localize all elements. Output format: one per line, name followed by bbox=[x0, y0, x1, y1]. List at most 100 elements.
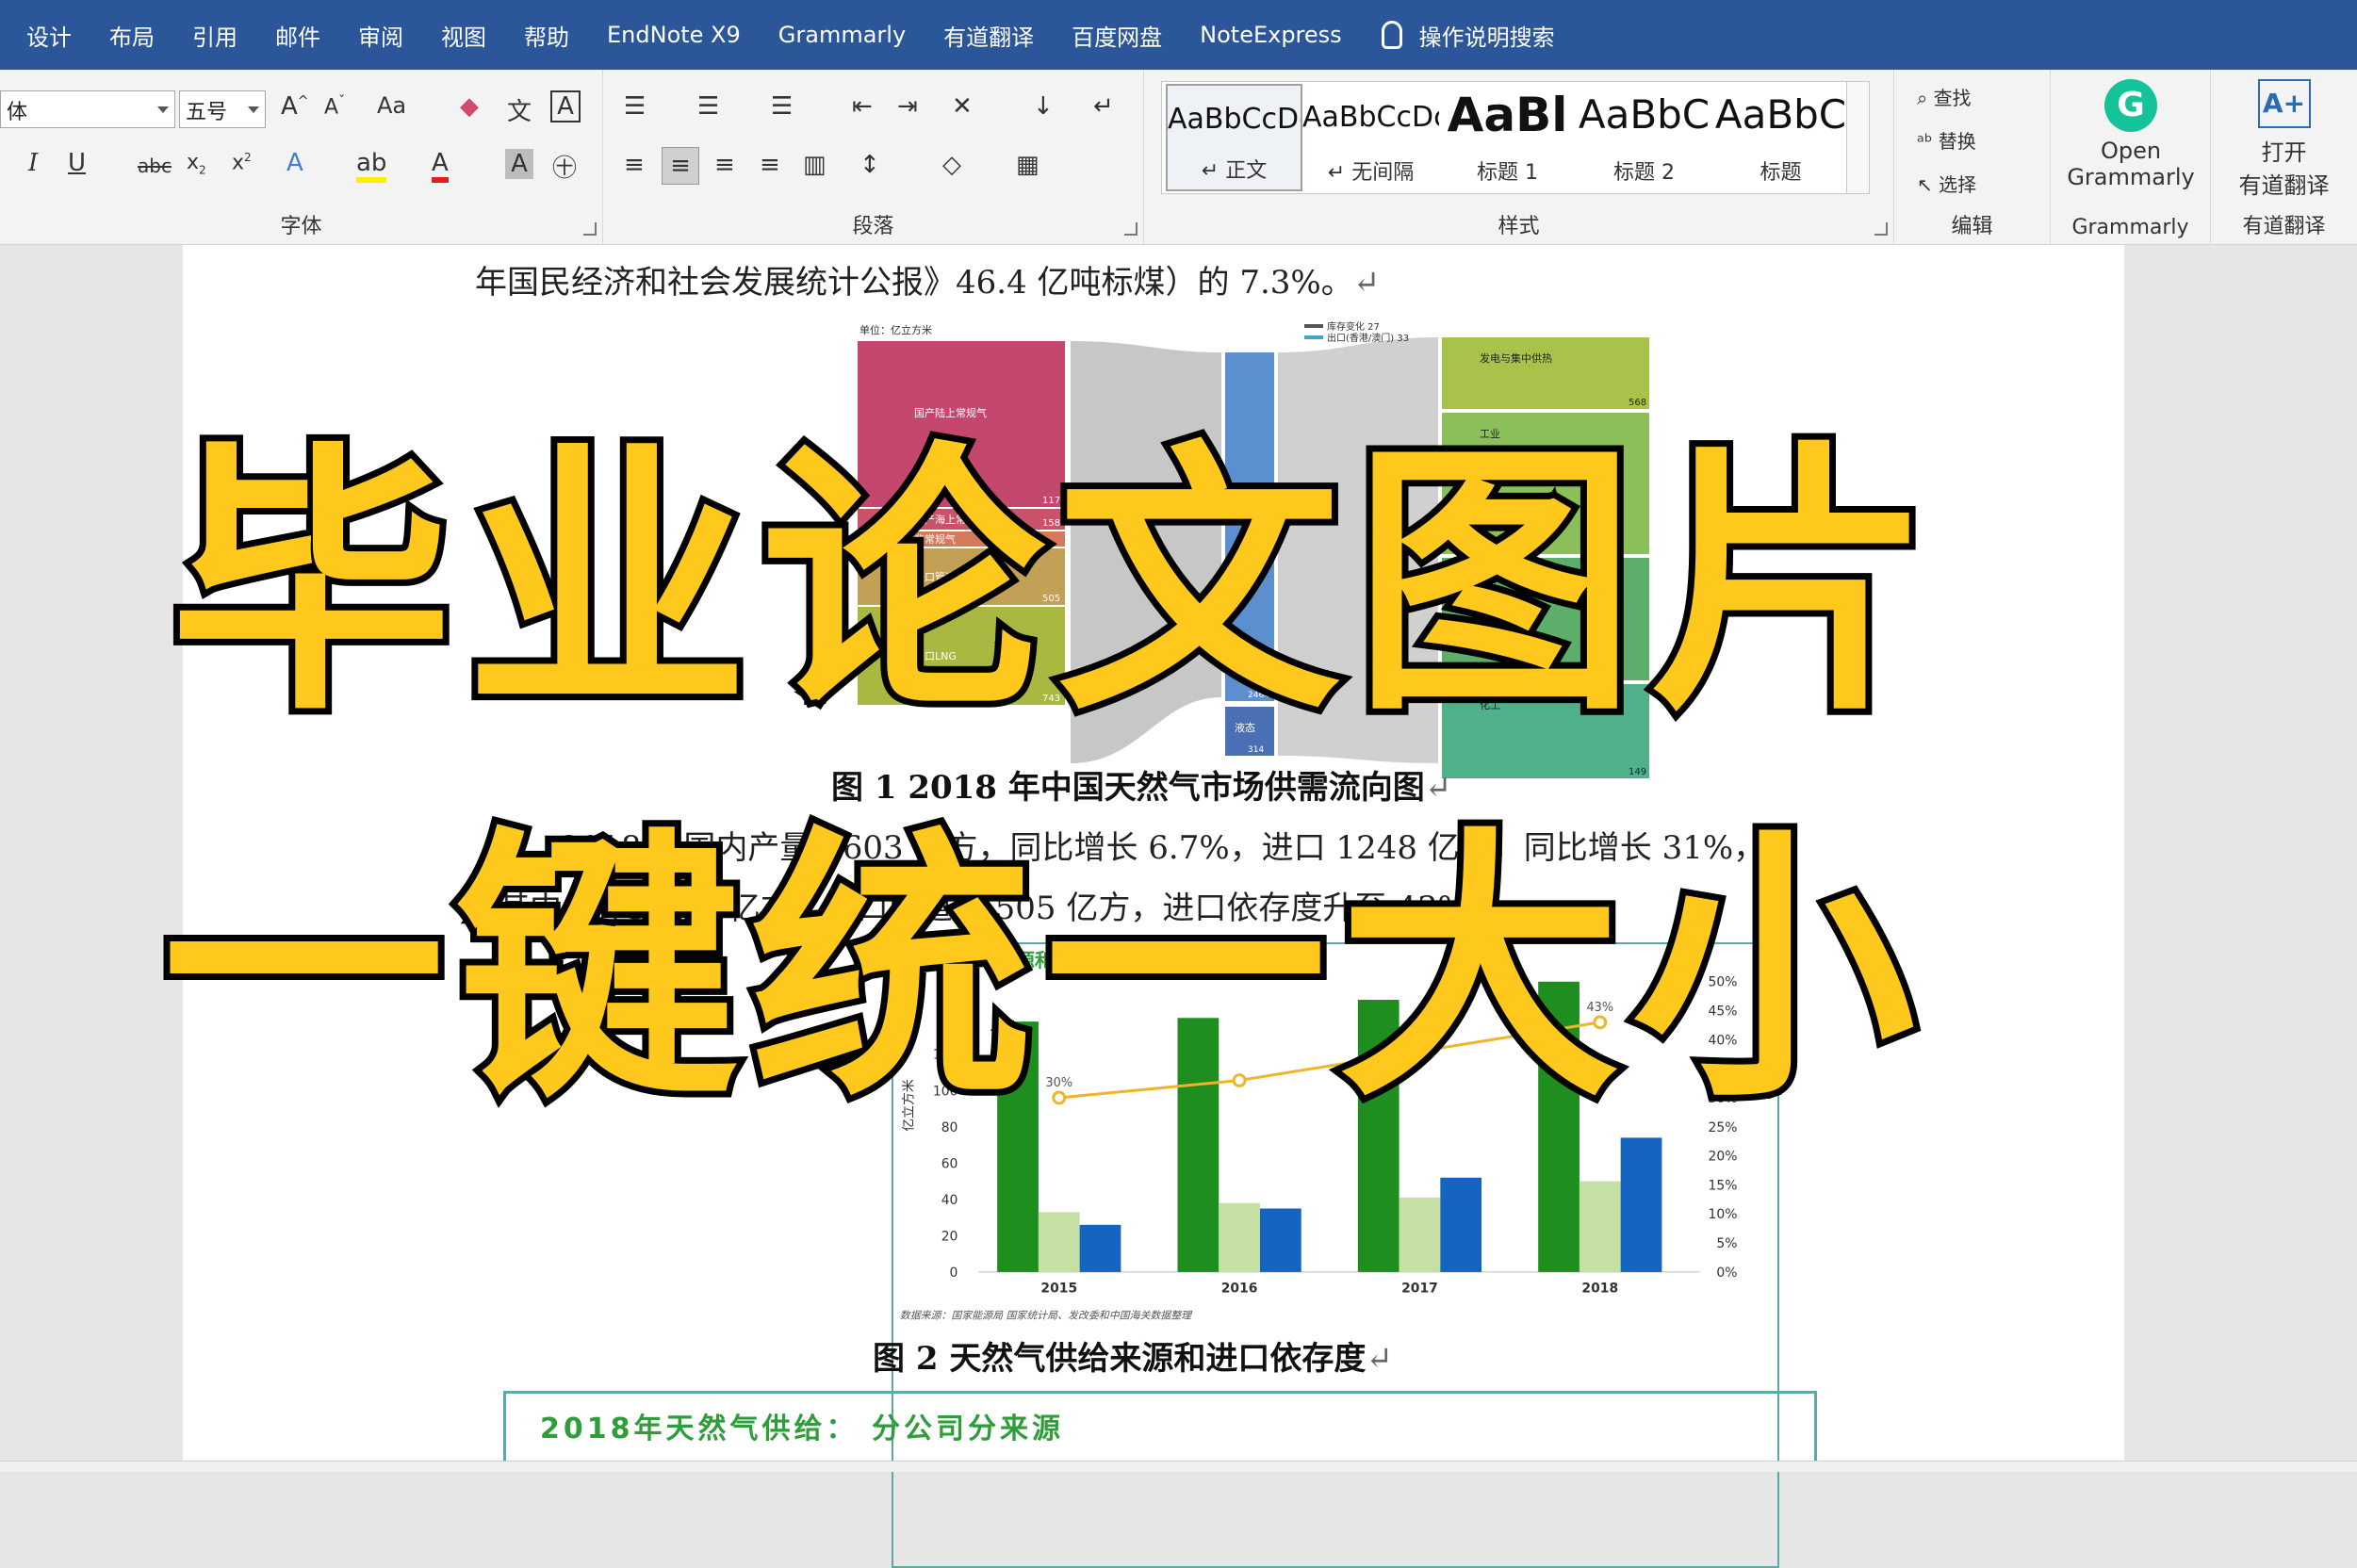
decrease-indent-icon[interactable]: ⇤ bbox=[852, 92, 873, 121]
menu-tab-3[interactable]: 邮件 bbox=[275, 19, 320, 52]
line-spacing-icon[interactable]: ↕ bbox=[859, 151, 880, 179]
style-name: 标题 2 bbox=[1613, 161, 1675, 185]
font-group: 体 五号 A^ Aˇ Aa ◆ 文 A I U abc x2 x2 A ab A… bbox=[0, 70, 603, 245]
menu-tab-7[interactable]: EndNote X9 bbox=[607, 22, 741, 48]
menu-tab-8[interactable]: Grammarly bbox=[778, 22, 906, 48]
align-left-icon[interactable]: ≡ bbox=[624, 151, 645, 179]
style-tile-2[interactable]: AaBl 标题 1 bbox=[1439, 84, 1576, 191]
chevron-down-icon[interactable] bbox=[157, 106, 169, 113]
x-tick-label: 2015 bbox=[1040, 1282, 1077, 1297]
ribbon: 体 五号 A^ Aˇ Aa ◆ 文 A I U abc x2 x2 A ab A… bbox=[0, 70, 2357, 245]
menu-tab-2[interactable]: 引用 bbox=[192, 19, 237, 52]
distributed-icon[interactable]: ▥ bbox=[803, 151, 827, 179]
menu-tab-1[interactable]: 布局 bbox=[109, 19, 155, 52]
style-tile-3[interactable]: AaBbC 标题 2 bbox=[1576, 84, 1712, 191]
bar bbox=[1259, 1208, 1301, 1272]
youdao-group-label: 有道翻译 bbox=[2242, 215, 2326, 238]
style-sample: AaBbCcDc bbox=[1168, 103, 1301, 136]
menu-tab-6[interactable]: 帮助 bbox=[524, 19, 569, 52]
menu-tab-10[interactable]: 百度网盘 bbox=[1072, 19, 1162, 52]
tell-me-search[interactable]: 操作说明搜索 bbox=[1381, 19, 1555, 52]
font-dialog-launcher-icon[interactable] bbox=[583, 222, 597, 236]
chart-footnote: 数据来源：国家能源局 国家统计局、发改委和中国海关数据整理 bbox=[900, 1310, 1193, 1322]
shading-icon[interactable]: ◇ bbox=[942, 151, 961, 179]
x-tick-label: 2018 bbox=[1581, 1282, 1618, 1297]
menu-tab-9[interactable]: 有道翻译 bbox=[943, 19, 1034, 52]
menu-tab-11[interactable]: NoteExpress bbox=[1200, 22, 1342, 48]
open-grammarly-button[interactable]: G Open Grammarly bbox=[2051, 79, 2211, 190]
menu-tab-5[interactable]: 视图 bbox=[441, 19, 486, 52]
font-size-value: 五号 bbox=[186, 101, 228, 124]
replace-button[interactable]: ᵃᵇ 替换 bbox=[1917, 126, 1976, 154]
borders-icon[interactable]: ▦ bbox=[1016, 151, 1039, 179]
show-marks-icon[interactable]: ↵ bbox=[1093, 92, 1114, 121]
style-tile-4[interactable]: AaBbC 标题 bbox=[1712, 84, 1849, 191]
paragraph-group-label: 段落 bbox=[852, 215, 894, 238]
youdao-group: A+ 打开 有道翻译 有道翻译 bbox=[2211, 70, 2357, 245]
sankey-right-label: 发电与集中供热 bbox=[1480, 351, 1552, 365]
style-sample: AaBbC bbox=[1714, 91, 1847, 138]
y-tick-label: 20 bbox=[941, 1229, 958, 1244]
menu-bar: 设计 布局 引用 邮件 审阅 视图 帮助 EndNote X9 Grammarly 有道翻译 百度网… bbox=[0, 0, 2357, 70]
font-name-combo[interactable]: 体 bbox=[0, 90, 175, 128]
grammarly-logo-icon: G bbox=[2104, 79, 2157, 132]
select-button[interactable]: ↖ 选择 bbox=[1917, 170, 1976, 197]
chinese-layout-icon[interactable]: ✕ bbox=[952, 92, 973, 121]
menu-tab-4[interactable]: 审阅 bbox=[358, 19, 403, 52]
text-effects-icon[interactable]: A bbox=[286, 149, 303, 177]
underline-button[interactable]: U bbox=[68, 149, 86, 177]
shrink-font-button[interactable]: Aˇ bbox=[324, 94, 345, 119]
y-tick-label: 0 bbox=[950, 1266, 958, 1281]
chevron-down-icon[interactable] bbox=[248, 106, 259, 113]
numbering-icon[interactable]: ☰ bbox=[697, 92, 719, 121]
doc-line-top-text: 年国民经济和社会发展统计公报》46.4 亿吨标煤）的 7.3%。 bbox=[475, 264, 1353, 302]
sankey-right-value: 568 bbox=[1629, 398, 1646, 408]
y2-tick-label: 10% bbox=[1708, 1207, 1737, 1222]
sankey-unit-label: 单位：亿立方米 bbox=[859, 323, 932, 336]
align-right-icon[interactable]: ≡ bbox=[714, 151, 735, 179]
gallery-scroll[interactable] bbox=[1846, 82, 1869, 193]
align-center-icon[interactable]: ≡ bbox=[662, 147, 699, 185]
multilevel-list-icon[interactable]: ☰ bbox=[771, 92, 793, 121]
highlight-color-icon[interactable]: ab bbox=[356, 149, 387, 183]
overlay-title-line1: 毕业论文图片 bbox=[163, 413, 1945, 755]
superscript-button[interactable]: x2 bbox=[232, 151, 252, 174]
open-youdao-button[interactable]: A+ 打开 有道翻译 bbox=[2211, 79, 2357, 200]
font-size-combo[interactable]: 五号 bbox=[179, 90, 266, 128]
bar bbox=[1079, 1224, 1121, 1272]
paragraph-dialog-launcher-icon[interactable] bbox=[1124, 222, 1138, 236]
y2-tick-label: 15% bbox=[1708, 1178, 1737, 1193]
subscript-button[interactable]: x2 bbox=[187, 151, 206, 176]
enclose-characters-icon[interactable]: ㊉ bbox=[552, 149, 577, 184]
character-shading-icon[interactable]: A bbox=[505, 149, 533, 179]
style-tile-1[interactable]: AaBbCcDc ↵ 无间隔 bbox=[1302, 84, 1439, 191]
justify-icon[interactable]: ≡ bbox=[760, 151, 780, 179]
sankey-legend-label: 出口(香港/澳门) 33 bbox=[1327, 332, 1409, 344]
find-button[interactable]: ⌕ 查找 bbox=[1917, 83, 1972, 110]
style-name: 标题 1 bbox=[1477, 161, 1538, 185]
increase-indent-icon[interactable]: ⇥ bbox=[897, 92, 918, 121]
phonetic-guide-icon[interactable]: 文 bbox=[507, 92, 532, 127]
open-grammarly-line1: Open bbox=[2100, 138, 2162, 164]
replace-icon: ᵃᵇ bbox=[1917, 130, 1939, 153]
replace-label: 替换 bbox=[1938, 130, 1976, 153]
clear-formatting-icon[interactable]: ◆ bbox=[460, 92, 479, 121]
strikethrough-button[interactable]: abc bbox=[138, 155, 172, 177]
sort-icon[interactable]: ↓ bbox=[1033, 92, 1054, 121]
style-tile-0[interactable]: AaBbCcDc ↵ 正文 bbox=[1166, 84, 1302, 191]
y2-tick-label: 0% bbox=[1716, 1266, 1737, 1281]
figure2-caption: 图 2 天然气供给来源和进口依存度↵ bbox=[873, 1332, 1393, 1379]
character-border-icon[interactable]: A bbox=[550, 90, 581, 122]
menu-tab-0[interactable]: 设计 bbox=[26, 19, 72, 52]
bar bbox=[1620, 1137, 1662, 1272]
change-case-button[interactable]: Aa bbox=[377, 92, 406, 119]
italic-button[interactable]: I bbox=[28, 149, 38, 177]
find-label: 查找 bbox=[1933, 87, 1972, 109]
styles-dialog-launcher-icon[interactable] bbox=[1874, 222, 1888, 236]
editing-group: ⌕ 查找 ᵃᵇ 替换 ↖ 选择 编辑 bbox=[1894, 70, 2051, 245]
grow-font-button[interactable]: A^ bbox=[281, 92, 309, 121]
lightbulb-icon bbox=[1381, 21, 1402, 49]
editing-group-label: 编辑 bbox=[1951, 215, 1993, 238]
font-color-icon[interactable]: A bbox=[432, 149, 449, 183]
bullets-icon[interactable]: ☰ bbox=[624, 92, 646, 121]
